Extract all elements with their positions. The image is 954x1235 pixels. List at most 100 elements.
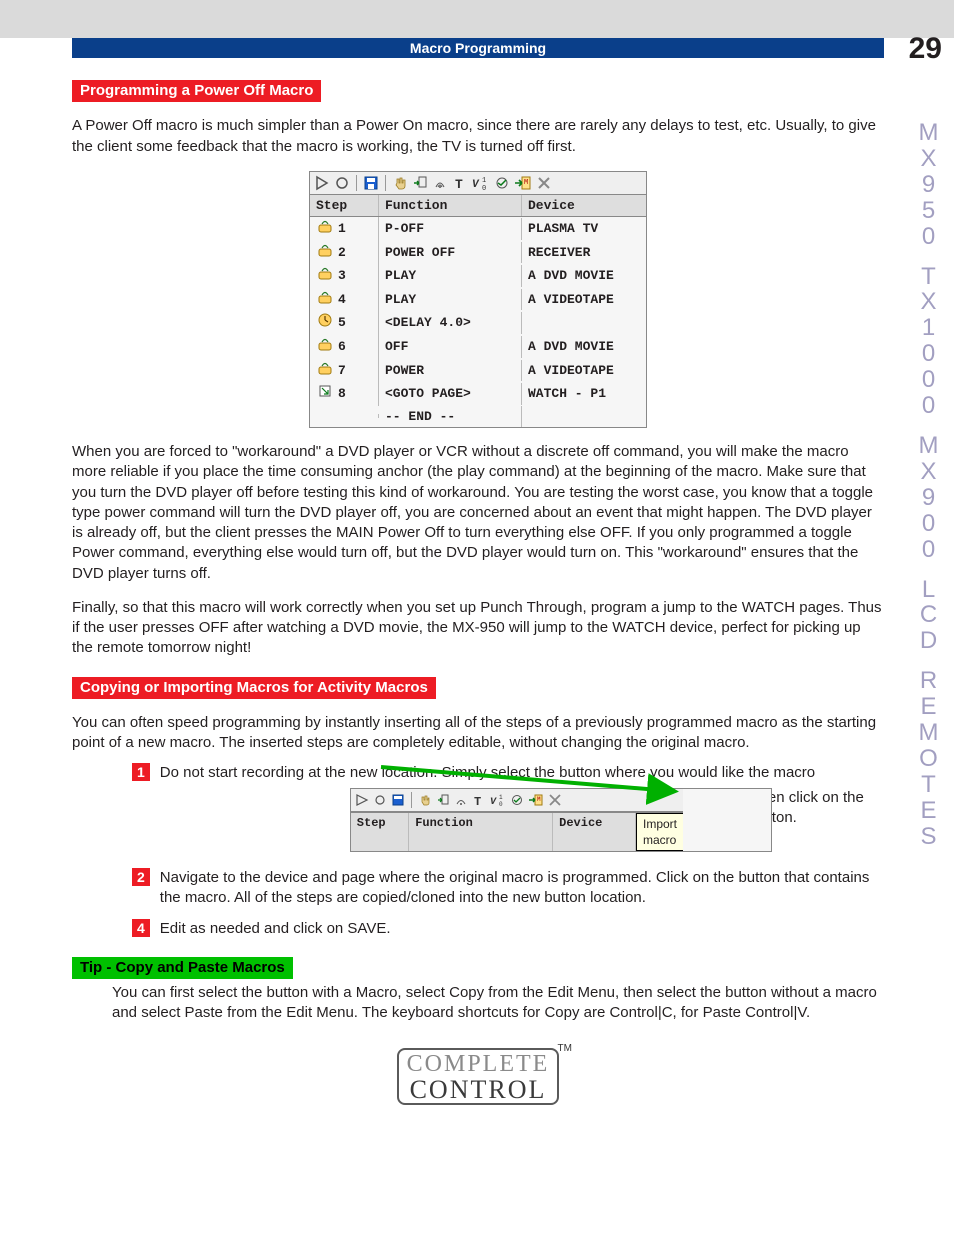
step-number: 8: [338, 385, 346, 403]
footer-logo: TM COMPLETE CONTROL: [388, 1048, 568, 1105]
jump-icon[interactable]: [436, 793, 450, 807]
step-device: PLASMA TV: [522, 218, 646, 240]
page-number: 29: [909, 32, 942, 66]
row-type-icon: [316, 361, 334, 381]
header-section: Macro Programming: [72, 38, 884, 58]
step-number: 3: [338, 267, 346, 285]
step-number: 4: [338, 291, 346, 309]
tip-title: Tip - Copy and Paste Macros: [72, 957, 293, 979]
rf-icon[interactable]: [454, 793, 468, 807]
jump-icon[interactable]: [412, 175, 428, 191]
step-number: 2: [338, 244, 346, 262]
step-device: A VIDEOTAPE: [522, 289, 646, 311]
play-icon[interactable]: [355, 793, 369, 807]
step-function: POWER OFF: [379, 242, 522, 264]
var-icon[interactable]: V10: [490, 793, 506, 807]
trademark: TM: [558, 1042, 572, 1056]
svg-text:0: 0: [499, 801, 503, 807]
save-icon[interactable]: [363, 175, 379, 191]
macro-row[interactable]: 6 OFFA DVD MOVIE: [310, 335, 646, 359]
import-icon[interactable]: M: [514, 175, 532, 191]
delete-icon[interactable]: [536, 175, 552, 191]
var-icon[interactable]: V10: [472, 175, 490, 191]
side-tab: MX950TX1000MX900LCDREMOTES: [914, 120, 944, 850]
step-number-2: 2: [132, 868, 150, 886]
step-function: POWER: [379, 360, 522, 382]
step-device: A DVD MOVIE: [522, 265, 646, 287]
svg-text:T: T: [474, 795, 481, 807]
step-function: <DELAY 4.0>: [379, 312, 522, 334]
col-function: Function: [379, 195, 522, 217]
mini-col-function: Function: [409, 813, 553, 851]
step-text-4: Edit as needed and click on SAVE.: [160, 919, 884, 939]
para-intro-1: A Power Off macro is much simpler than a…: [72, 116, 884, 157]
step-text-2: Navigate to the device and page where th…: [160, 868, 884, 909]
hand-icon[interactable]: [392, 175, 408, 191]
macro-row[interactable]: 1 P-OFFPLASMA TV: [310, 217, 646, 241]
mini-macro-toolbar-figure: T V10 M Step Function Device Import macr…: [350, 788, 772, 852]
relay-icon[interactable]: [494, 175, 510, 191]
step-device: WATCH - P1: [522, 383, 646, 405]
col-device: Device: [522, 195, 646, 217]
step-device: [522, 321, 646, 325]
step-function: PLAY: [379, 265, 522, 287]
step-function: PLAY: [379, 289, 522, 311]
step-function: P-OFF: [379, 218, 522, 240]
row-type-icon: [316, 313, 334, 333]
step-number: 5: [338, 314, 346, 332]
step-number-4: 4: [132, 919, 150, 937]
para-intro-2: You can often speed programming by insta…: [72, 713, 884, 754]
hand-icon[interactable]: [418, 793, 432, 807]
row-type-icon: [316, 266, 334, 286]
text-icon[interactable]: T: [472, 793, 486, 807]
svg-text:M: M: [524, 179, 528, 187]
step-1-text-a: Do not start recording at the new locati…: [160, 764, 815, 781]
macro-toolbar: T V10 M: [310, 172, 646, 195]
svg-text:M: M: [537, 796, 541, 803]
macro-row[interactable]: 3 PLAYA DVD MOVIE: [310, 264, 646, 288]
macro-row[interactable]: -- END --: [310, 406, 646, 428]
section-title-power-off: Programming a Power Off Macro: [72, 80, 321, 102]
mini-col-device: Device: [553, 813, 636, 851]
row-type-icon: [316, 384, 334, 404]
mini-col-step: Step: [351, 813, 409, 851]
col-step: Step: [310, 195, 379, 217]
record-icon[interactable]: [373, 793, 387, 807]
svg-text:T: T: [455, 177, 463, 191]
macro-row[interactable]: 8 <GOTO PAGE>WATCH - P1: [310, 382, 646, 406]
svg-text:V: V: [490, 797, 497, 807]
save-icon[interactable]: [391, 793, 405, 807]
text-icon[interactable]: T: [452, 175, 468, 191]
para-workaround: When you are forced to "workaround" a DV…: [72, 442, 884, 584]
macro-row[interactable]: 2 POWER OFFRECEIVER: [310, 241, 646, 265]
macro-row[interactable]: 5 <DELAY 4.0>: [310, 311, 646, 335]
record-icon[interactable]: [334, 175, 350, 191]
logo-line1: COMPLETE: [407, 1052, 550, 1077]
step-number: 7: [338, 362, 346, 380]
macro-row[interactable]: 4 PLAYA VIDEOTAPE: [310, 288, 646, 312]
play-icon[interactable]: [314, 175, 330, 191]
tooltip-import-macro: Import macro: [636, 813, 683, 851]
delete-icon[interactable]: [548, 793, 562, 807]
row-type-icon: [316, 290, 334, 310]
step-text-1: Do not start recording at the new locati…: [160, 763, 884, 858]
step-function: -- END --: [379, 406, 522, 428]
svg-text:1: 1: [482, 177, 486, 185]
import-icon[interactable]: M: [528, 793, 544, 807]
step-number: 6: [338, 338, 346, 356]
step-device: RECEIVER: [522, 242, 646, 264]
svg-text:V: V: [472, 179, 480, 191]
step-number: 1: [338, 220, 346, 238]
relay-icon[interactable]: [510, 793, 524, 807]
step-device: A DVD MOVIE: [522, 336, 646, 358]
para-punchthrough: Finally, so that this macro will work co…: [72, 598, 884, 659]
step-device: A VIDEOTAPE: [522, 360, 646, 382]
macro-row[interactable]: 7 POWERA VIDEOTAPE: [310, 359, 646, 383]
step-function: <GOTO PAGE>: [379, 383, 522, 405]
rf-icon[interactable]: [432, 175, 448, 191]
step-function: OFF: [379, 336, 522, 358]
row-type-icon: [316, 337, 334, 357]
section-title-copying: Copying or Importing Macros for Activity…: [72, 677, 436, 699]
step-device: [522, 414, 646, 418]
svg-text:0: 0: [482, 185, 486, 191]
